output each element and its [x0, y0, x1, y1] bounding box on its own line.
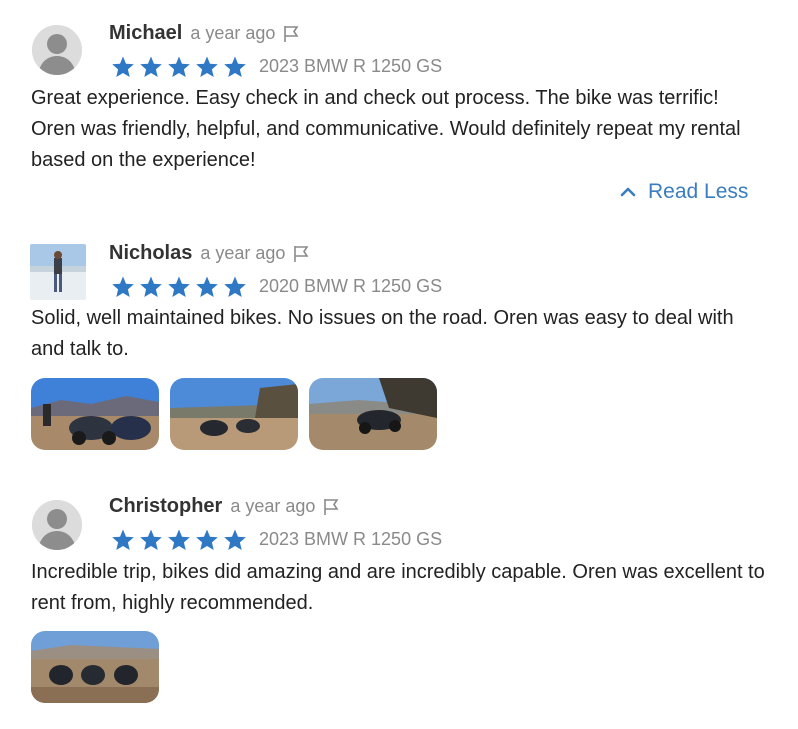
star-icon [168, 56, 190, 77]
star-icon [224, 529, 246, 550]
rating-stars [111, 275, 247, 299]
reviewer-name-text: Nicholas [109, 242, 193, 264]
star-icon [196, 56, 218, 77]
avatar [32, 25, 82, 75]
motorcycle-photo [31, 631, 159, 703]
motorcycle-photo [309, 378, 437, 450]
review-photo[interactable] [31, 378, 159, 450]
review-time: a year ago [200, 243, 286, 263]
user-photo [30, 244, 86, 300]
reviewer-name: Michael a year ago [109, 22, 301, 45]
vehicle-label: 2020 BMW R 1250 GS [259, 276, 443, 296]
star-icon [112, 276, 134, 297]
review-photo[interactable] [31, 631, 159, 703]
star-icon [168, 276, 190, 297]
star-icon [112, 56, 134, 77]
review-text: Great experience. Easy check in and chec… [31, 87, 741, 171]
user-avatar-icon [32, 500, 82, 550]
star-icon [112, 529, 134, 550]
user-avatar-icon [32, 25, 82, 75]
review-photo[interactable] [309, 378, 437, 450]
review-time: a year ago [190, 23, 276, 43]
reviewer-name: Christopher a year ago [109, 495, 341, 518]
star-icon [196, 529, 218, 550]
motorcycle-photo [170, 378, 298, 450]
flag-icon[interactable] [321, 497, 341, 517]
avatar [32, 500, 82, 550]
read-less-button[interactable]: Read Less [620, 180, 748, 204]
vehicle-label: 2023 BMW R 1250 GS [259, 56, 443, 76]
star-icon [140, 529, 162, 550]
review-photo[interactable] [170, 378, 298, 450]
avatar [30, 244, 86, 300]
review-text: Solid, well maintained bikes. No issues … [31, 307, 734, 360]
flag-icon[interactable] [291, 244, 311, 264]
motorcycle-photo [31, 378, 159, 450]
review-time: a year ago [230, 496, 316, 516]
chevron-up-icon [620, 187, 636, 197]
flag-icon[interactable] [281, 24, 301, 44]
review-text: Incredible trip, bikes did amazing and a… [31, 561, 765, 614]
star-icon [140, 56, 162, 77]
read-less-label: Read Less [648, 180, 749, 203]
star-icon [224, 56, 246, 77]
reviewer-name-text: Michael [109, 22, 183, 44]
star-icon [140, 276, 162, 297]
rating-stars [111, 528, 247, 552]
reviewer-name-text: Christopher [109, 495, 223, 517]
reviewer-name: Nicholas a year ago [109, 242, 311, 265]
star-icon [196, 276, 218, 297]
star-icon [168, 529, 190, 550]
star-icon [224, 276, 246, 297]
rating-stars [111, 55, 247, 79]
vehicle-label: 2023 BMW R 1250 GS [259, 529, 443, 549]
